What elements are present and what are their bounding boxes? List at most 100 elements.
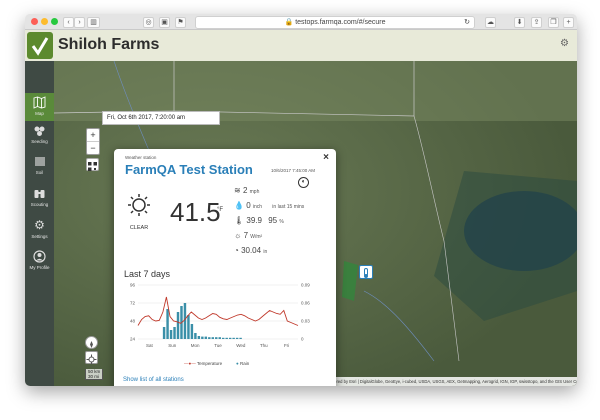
weather-station-popup: Weather station × FarmQA Test Station 10… [114, 149, 336, 386]
pressure-unit: in [263, 249, 268, 255]
rain-bar [211, 337, 214, 339]
rain-bar [228, 337, 232, 339]
farm-name: Shiloh Farms [58, 36, 160, 53]
sidebar-item-scouting[interactable]: Scouting [25, 184, 54, 212]
sidebar-nav: Map Seeding Soil Scouting ⚙ Settings My … [25, 61, 54, 386]
rain-bar [176, 312, 180, 339]
compass-icon[interactable] [85, 336, 98, 349]
locate-icon[interactable] [85, 351, 98, 365]
rain-bar [218, 337, 221, 339]
tabs-icon[interactable]: ❐ [548, 17, 559, 28]
app-logo[interactable] [27, 32, 53, 59]
sidebar-item-seeding[interactable]: Seeding [25, 121, 54, 149]
dewpoint-value: 39.9 [246, 216, 262, 225]
browser-toolbar: ‹ › ▥ ◎ ▣ ⚑ 🔒 testops.farmqa.com/#/secur… [25, 14, 577, 30]
temperature-unit: °F [217, 207, 224, 213]
minimize-window-button[interactable] [41, 18, 48, 25]
wind-icon: ≋ [234, 186, 243, 195]
extension-icon[interactable]: ▣ [159, 17, 170, 28]
y-right-tick-label: 0.09 [301, 283, 310, 288]
popup-kicker: Weather station [125, 155, 157, 160]
new-tab-icon[interactable]: + [563, 17, 574, 28]
station-name: FarmQA Test Station [125, 162, 253, 177]
solar-unit: W/m² [250, 234, 263, 240]
pressure-stat: ◔ 30.04 in [234, 246, 267, 255]
solar-stat: ☼ 7 W/m² [234, 231, 262, 240]
rain-value: 0 [246, 201, 251, 210]
extension-icon[interactable]: ⚑ [175, 17, 186, 28]
rain-bar [225, 337, 228, 339]
rain-bar [194, 333, 197, 339]
rain-bar [235, 337, 239, 339]
x-tick-label: Sat [146, 343, 154, 348]
lock-icon: 🔒 [284, 19, 296, 26]
humidity-unit: % [279, 219, 284, 225]
rain-note: in last 15 mins [272, 204, 305, 210]
legend-temperature: —●— Temperature [184, 361, 222, 366]
weather-station-marker[interactable] [359, 265, 373, 279]
solar-icon: ☼ [234, 231, 244, 240]
maximize-window-button[interactable] [51, 18, 58, 25]
soil-icon [35, 157, 45, 166]
y-right-tick-label: 0.03 [301, 319, 310, 324]
sidebar-item-label: Seeding [31, 139, 48, 144]
extension-icon[interactable]: ◎ [143, 17, 154, 28]
current-temperature: 41.5 [170, 197, 221, 227]
cloud-icon[interactable]: ☁ [485, 17, 496, 28]
compass-icon: ◐ [298, 177, 309, 188]
x-tick-label: Wed [236, 343, 246, 348]
wind-value: 2 [242, 186, 248, 195]
scale-mi: 30 mi [88, 374, 100, 379]
rain-bar [190, 324, 194, 339]
thermometer-icon: 🌡 [234, 216, 247, 225]
y-right-tick-label: 0.06 [301, 301, 310, 306]
gear-icon[interactable]: ⚙ [560, 38, 569, 49]
rain-bar [183, 303, 187, 339]
weather-condition: CLEAR [124, 192, 154, 232]
rain-bar [197, 336, 201, 339]
seven-day-chart: 96 72 48 24 0.09 0.06 0.03 0 Sat Sun Mon Tue Wed Thu F… [130, 283, 310, 349]
station-timestamp: 10/6/2017 7:45:00 AM [271, 168, 316, 173]
x-tick-label: Thu [260, 343, 268, 348]
forward-icon[interactable]: › [74, 17, 85, 28]
address-bar[interactable]: 🔒 testops.farmqa.com/#/secure ↻ [195, 16, 475, 29]
sidebar-item-soil[interactable]: Soil [25, 152, 54, 180]
sidebar-item-label: Soil [35, 170, 44, 175]
y-right-tick-label: 0 [301, 337, 304, 342]
app-header: Shiloh Farms ⚙ [25, 30, 577, 61]
download-icon[interactable]: ⬇ [514, 17, 525, 28]
sidebar-item-label: Scouting [30, 202, 49, 207]
x-tick-label: Sun [168, 343, 177, 348]
y-left-tick-label: 96 [130, 283, 136, 288]
reload-icon[interactable]: ↻ [464, 17, 470, 28]
zoom-control: + − [86, 128, 100, 155]
map-date-label: Fri, Oct 6th 2017, 7:20:00 am [102, 111, 220, 125]
gear-icon: ⚙ [34, 218, 45, 232]
user-icon [33, 250, 46, 263]
dewpoint-humidity-stat: 🌡 39.9 95 % [234, 216, 284, 225]
show-all-stations-link[interactable]: Show list of all stations [123, 377, 184, 383]
binoculars-icon [34, 190, 45, 198]
sidebar-item-label: Settings [31, 234, 48, 239]
sidebar-icon[interactable]: ▥ [87, 17, 100, 28]
solar-value: 7 [243, 231, 249, 240]
pressure-value: 30.04 [241, 246, 262, 255]
sidebar-item-map[interactable]: Map [25, 93, 54, 121]
sidebar-item-settings[interactable]: ⚙ Settings [25, 216, 54, 244]
rain-bar [239, 337, 242, 339]
qr-code-icon[interactable] [86, 158, 99, 171]
x-tick-label: Fri [284, 343, 289, 348]
share-icon[interactable]: ⇪ [531, 17, 542, 28]
back-icon[interactable]: ‹ [63, 17, 74, 28]
condition-label: CLEAR [129, 225, 149, 231]
zoom-in-button[interactable]: + [87, 129, 99, 142]
popup-close-button[interactable]: × [323, 152, 329, 163]
close-window-button[interactable] [31, 18, 38, 25]
legend-temperature-marker: —●— [184, 361, 197, 366]
rain-bar [169, 330, 173, 339]
rain-bar [201, 336, 204, 339]
sidebar-item-label: Map [35, 111, 44, 116]
rain-bar [162, 327, 166, 339]
sidebar-item-my-profile[interactable]: My Profile [25, 247, 54, 275]
zoom-out-button[interactable]: − [87, 142, 99, 154]
